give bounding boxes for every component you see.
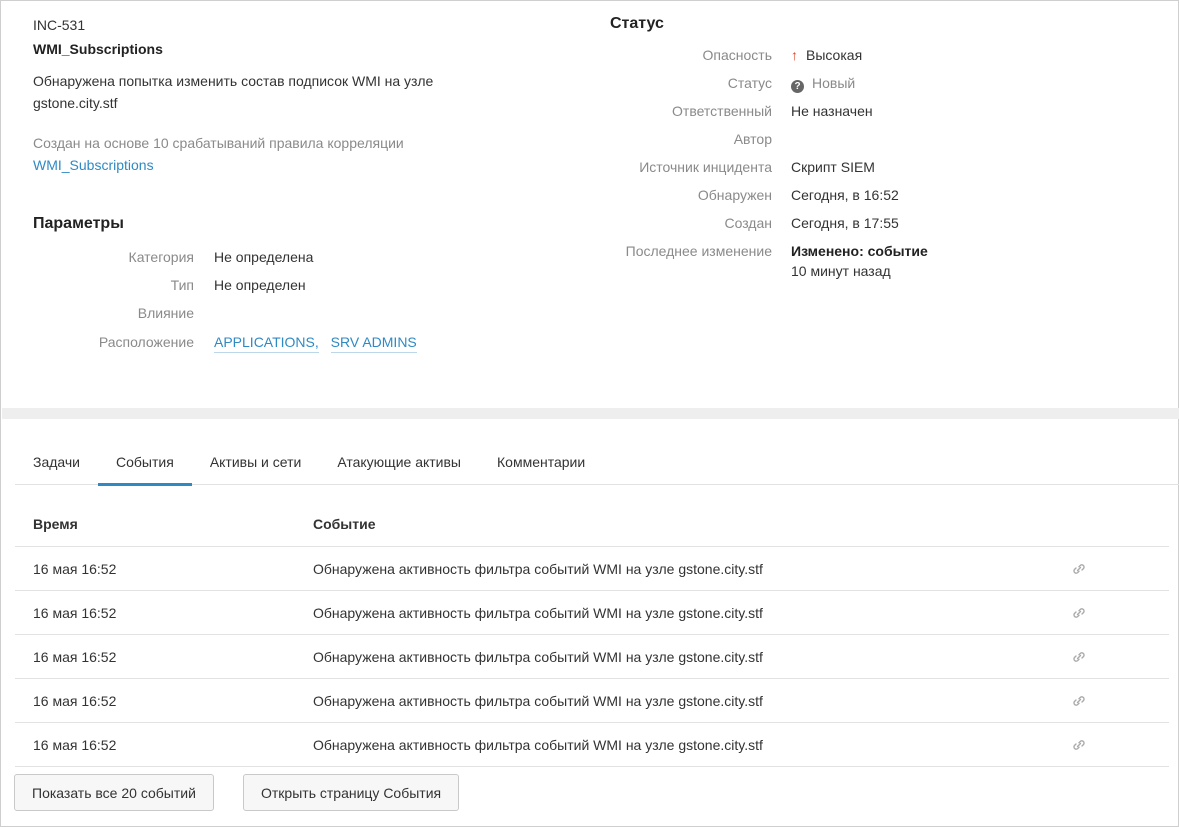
table-header: Время Событие — [15, 501, 1169, 547]
event-time: 16 мая 16:52 — [33, 604, 117, 621]
event-link-cell — [1045, 604, 1169, 621]
chain-link-icon[interactable] — [1071, 649, 1087, 665]
param-category: Категория Не определена — [33, 247, 314, 267]
open-events-page-button[interactable]: Открыть страницу События — [243, 774, 460, 811]
show-all-events-button[interactable]: Показать все 20 событий — [14, 774, 214, 811]
source-label: Источник инцидента — [639, 159, 772, 175]
param-label: Расположение — [98, 334, 194, 350]
event-time: 16 мая 16:52 — [33, 736, 117, 753]
param-location: Расположение APPLICATIONS, SRV ADMINS — [33, 332, 425, 353]
last-change-label: Последнее изменение — [625, 243, 772, 259]
created-value: Сегодня, в 17:55 — [791, 215, 899, 231]
param-label: Влияние — [137, 305, 194, 321]
detected-label: Обнаружен — [697, 187, 772, 203]
event-text[interactable]: Обнаружена активность фильтра событий WM… — [295, 693, 1045, 709]
param-type: Тип Не определен — [33, 275, 306, 295]
tab-assets-networks[interactable]: Активы и сети — [192, 438, 320, 485]
chain-link-icon[interactable] — [1071, 605, 1087, 621]
status-last-change: Последнее изменение Изменено: событие 10… — [601, 241, 928, 281]
events-table: Время Событие 16 мая 16:52 Обнаружена ак… — [15, 501, 1169, 767]
event-link-cell — [1045, 648, 1169, 665]
question-icon: ? — [791, 80, 804, 93]
assignee-label: Ответственный — [672, 103, 772, 119]
status-severity: Опасность ↑ Высокая — [601, 45, 863, 65]
event-time: 16 мая 16:52 — [33, 648, 117, 665]
severity-value-wrap: ↑ Высокая — [791, 45, 862, 65]
param-impact: Влияние — [33, 303, 214, 323]
tab-attacking-assets[interactable]: Атакующие активы — [319, 438, 479, 485]
last-change-ago: 10 минут назад — [791, 263, 891, 279]
location-links: APPLICATIONS, SRV ADMINS — [214, 332, 425, 353]
assignee-value[interactable]: Не назначен — [791, 101, 873, 121]
event-text[interactable]: Обнаружена активность фильтра событий WM… — [295, 649, 1045, 665]
param-value: Не определен — [214, 277, 306, 293]
param-label: Категория — [128, 249, 194, 265]
status-detected: Обнаружен Сегодня, в 16:52 — [601, 185, 899, 205]
location-link-applications[interactable]: APPLICATIONS, — [214, 334, 319, 353]
severity-label: Опасность — [702, 47, 772, 63]
tab-bar: Задачи События Активы и сети Атакующие а… — [15, 438, 1179, 486]
table-row[interactable]: 16 мая 16:52 Обнаружена активность фильт… — [15, 547, 1169, 591]
chain-link-icon[interactable] — [1071, 693, 1087, 709]
event-link-cell — [1045, 560, 1169, 577]
status-source: Источник инцидента Скрипт SIEM — [601, 157, 875, 177]
tab-comments[interactable]: Комментарии — [479, 438, 603, 485]
tab-events[interactable]: События — [98, 438, 192, 486]
incident-description: Обнаружена попытка изменить состав подпи… — [33, 73, 434, 111]
source-value: Скрипт SIEM — [791, 159, 875, 175]
state-label: Статус — [727, 75, 772, 91]
incident-origin: Создан на основе 10 срабатываний правила… — [33, 132, 573, 176]
tab-tasks[interactable]: Задачи — [15, 438, 98, 485]
incident-summary: INC-531 WMI_Subscriptions Обнаружена поп… — [33, 15, 573, 176]
status-author: Автор — [601, 129, 791, 149]
param-label: Тип — [170, 277, 194, 293]
event-time: 16 мая 16:52 — [33, 560, 117, 577]
section-divider — [2, 408, 1179, 419]
column-header-event[interactable]: Событие — [295, 516, 1045, 532]
column-header-time[interactable]: Время — [15, 516, 295, 532]
params-title: Параметры — [33, 215, 124, 232]
event-text[interactable]: Обнаружена активность фильтра событий WM… — [295, 605, 1045, 621]
correlation-rule-link[interactable]: WMI_Subscriptions — [33, 157, 154, 173]
severity-value: Высокая — [806, 47, 863, 63]
created-label: Создан — [724, 215, 772, 231]
status-title: Статус — [610, 15, 664, 32]
incident-id: INC-531 — [33, 17, 86, 33]
table-row[interactable]: 16 мая 16:52 Обнаружена активность фильт… — [15, 591, 1169, 635]
status-assignee: Ответственный Не назначен — [601, 101, 873, 121]
chain-link-icon[interactable] — [1071, 561, 1087, 577]
table-row[interactable]: 16 мая 16:52 Обнаружена активность фильт… — [15, 635, 1169, 679]
state-value: Новый — [812, 75, 856, 91]
table-row[interactable]: 16 мая 16:52 Обнаружена активность фильт… — [15, 679, 1169, 723]
arrow-up-icon: ↑ — [791, 47, 798, 63]
last-change-value: Изменено: событие — [791, 243, 928, 259]
event-link-cell — [1045, 692, 1169, 709]
event-link-cell — [1045, 736, 1169, 753]
incident-origin-text: Создан на основе 10 срабатываний правила… — [33, 135, 404, 151]
incident-card: INC-531 WMI_Subscriptions Обнаружена поп… — [0, 0, 1179, 827]
incident-name: WMI_Subscriptions — [33, 41, 163, 57]
location-link-srv-admins[interactable]: SRV ADMINS — [330, 334, 417, 353]
event-text[interactable]: Обнаружена активность фильтра событий WM… — [295, 561, 1045, 577]
chain-link-icon[interactable] — [1071, 737, 1087, 753]
param-value: Не определена — [214, 249, 314, 265]
event-text[interactable]: Обнаружена активность фильтра событий WM… — [295, 737, 1045, 753]
event-time: 16 мая 16:52 — [33, 692, 117, 709]
last-change-value-wrap: Изменено: событие 10 минут назад — [791, 241, 928, 281]
status-state: Статус ? Новый — [601, 73, 855, 93]
state-value-wrap: ? Новый — [791, 73, 855, 93]
table-row[interactable]: 16 мая 16:52 Обнаружена активность фильт… — [15, 723, 1169, 767]
author-label: Автор — [733, 131, 772, 147]
status-created: Создан Сегодня, в 17:55 — [601, 213, 899, 233]
detected-value: Сегодня, в 16:52 — [791, 187, 899, 203]
